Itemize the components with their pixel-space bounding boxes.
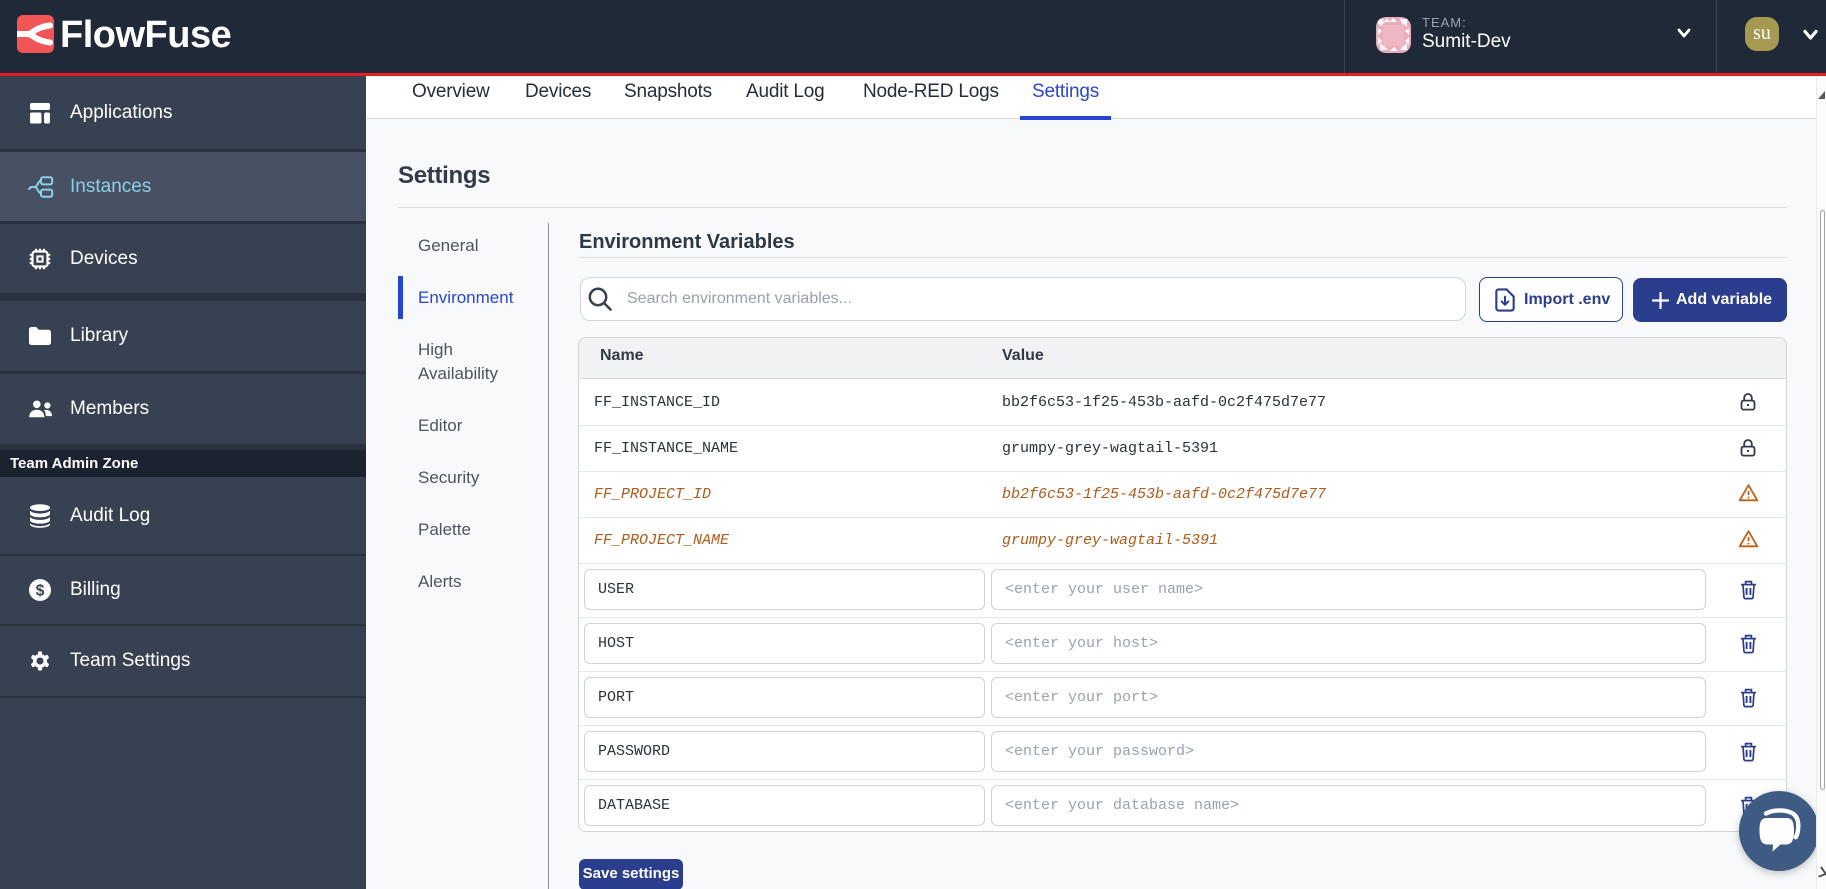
svg-text:$: $ <box>36 582 45 599</box>
